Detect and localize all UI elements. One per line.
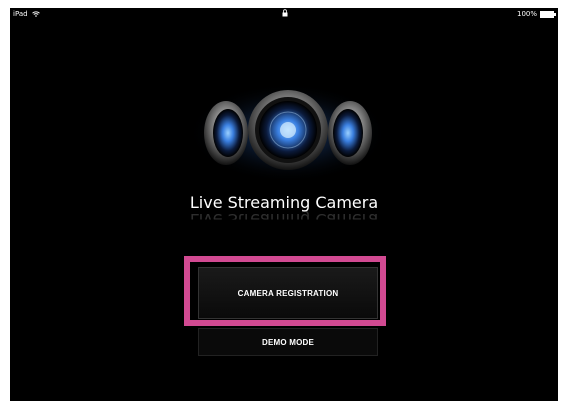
center-lens — [248, 90, 328, 170]
left-lens — [204, 101, 248, 165]
demo-mode-button[interactable]: DEMO MODE — [198, 328, 378, 356]
app-title: Live Streaming Camera — [189, 193, 379, 212]
status-center — [282, 9, 288, 19]
wifi-icon — [31, 11, 40, 17]
app-screen: iPad 100% Live Streaming Camera Live Str… — [10, 8, 558, 401]
app-title-reflection: Live Streaming Camera — [189, 210, 379, 229]
right-lens — [328, 101, 372, 165]
highlight-box — [184, 256, 386, 326]
battery-icon — [540, 10, 556, 18]
status-left: iPad — [13, 10, 40, 18]
status-bar: iPad 100% — [10, 8, 558, 22]
lock-icon — [282, 9, 288, 17]
battery-percent: 100% — [516, 10, 537, 18]
battery-fill — [541, 11, 553, 17]
status-right: 100% — [516, 10, 556, 18]
camera-lens-logo — [188, 83, 388, 183]
device-label: iPad — [13, 10, 28, 18]
